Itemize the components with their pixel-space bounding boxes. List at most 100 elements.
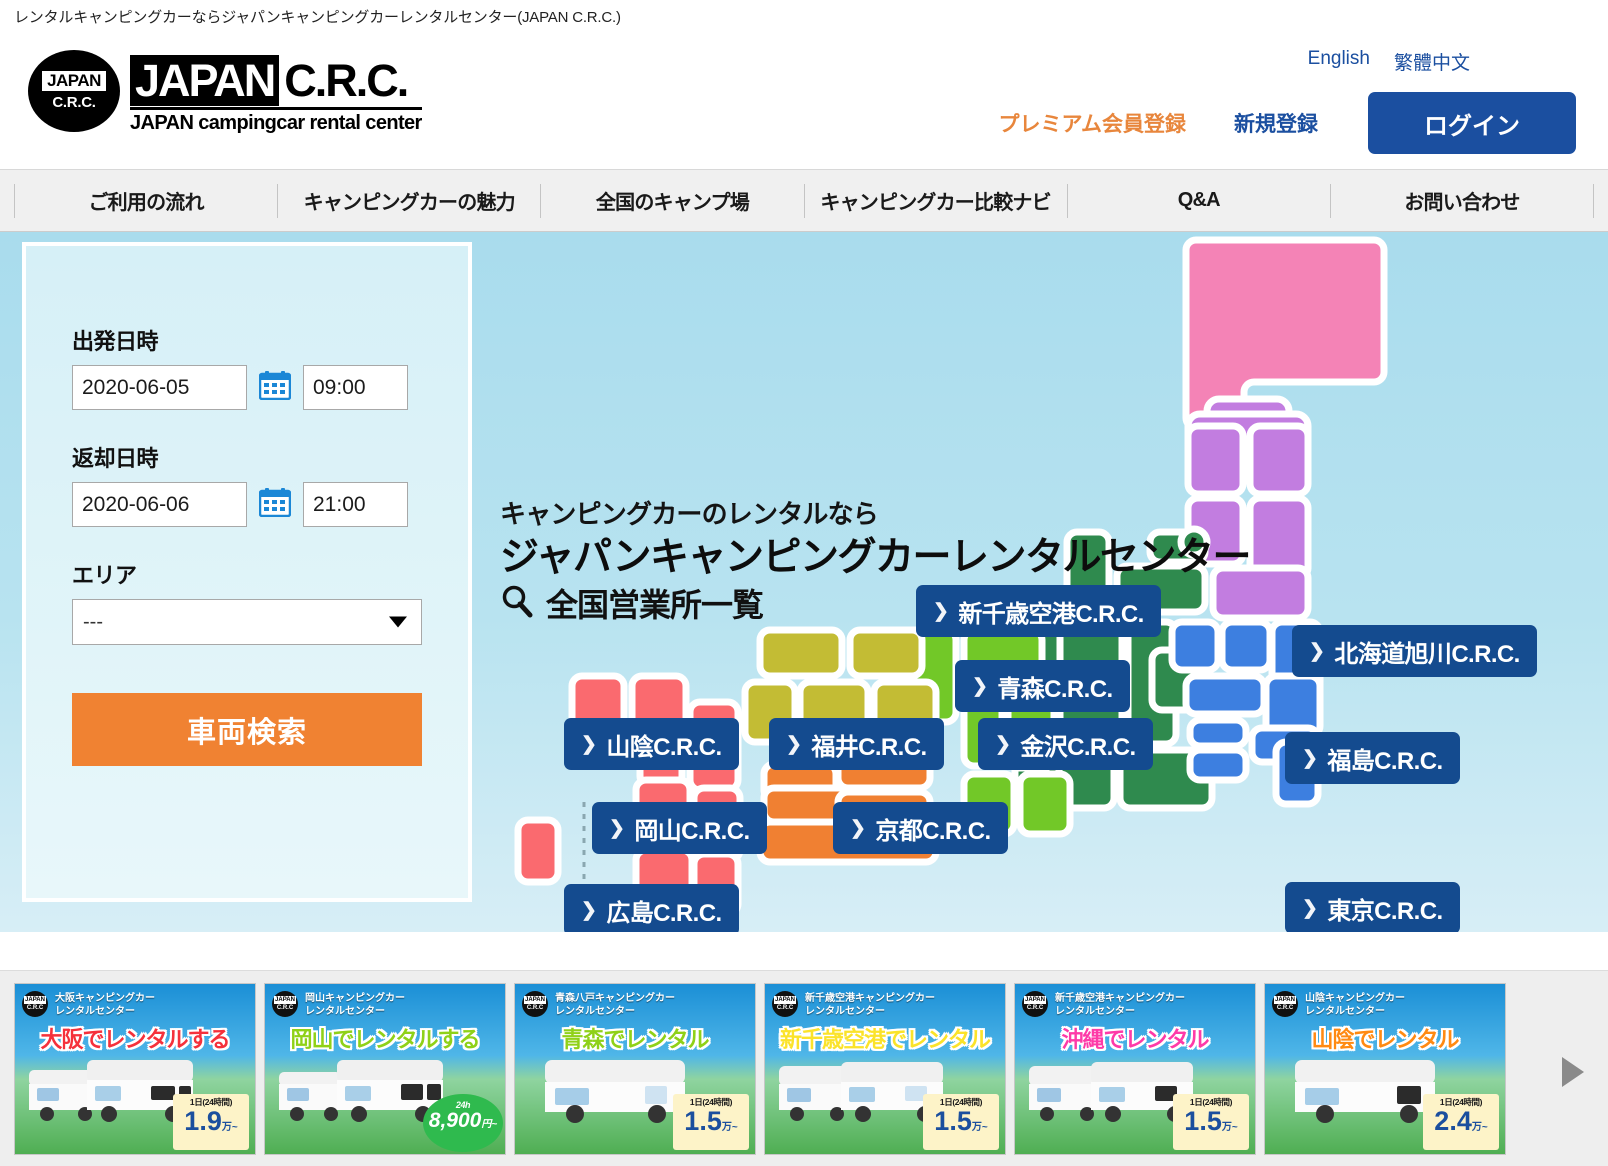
office-label: 福島C.R.C. [1327, 741, 1442, 776]
promo-office-name: 大阪キャンピングカー レンタルセンター [55, 992, 155, 1018]
chevron-right-icon: ❯ [786, 733, 801, 756]
promo-headline: 大阪でレンタルする [15, 1022, 255, 1054]
promo-office-line1: 新千歳空港キャンピングカー [805, 992, 935, 1005]
return-time-input[interactable] [303, 482, 408, 527]
promo-office-line2: レンタルセンター [805, 1005, 935, 1018]
office-button-sanin[interactable]: ❯ 山陰C.R.C. [564, 718, 739, 770]
premium-signup-link[interactable]: プレミアム会員登録 [998, 108, 1186, 138]
carousel-next-button[interactable] [1562, 1057, 1584, 1087]
office-label: 福井C.R.C. [811, 727, 926, 762]
promo-banner-okayama[interactable]: JAPANC.R.C 岡山キャンピングカー レンタルセンター 岡山でレンタルする… [264, 983, 506, 1155]
promo-office-line1: 岡山キャンピングカー [305, 992, 405, 1005]
logo-subtitle: JAPAN campingcar rental center [130, 107, 422, 135]
promo-office-name: 岡山キャンピングカー レンタルセンター [305, 992, 405, 1018]
office-label: 山陰C.R.C. [606, 727, 721, 762]
crc-badge-icon: JAPANC.R.C [1022, 991, 1048, 1017]
nav-item-compare[interactable]: キャンピングカー比較ナビ [805, 186, 1067, 215]
calendar-icon-return[interactable] [259, 487, 291, 522]
office-button-fukushima[interactable]: ❯ 福島C.R.C. [1285, 732, 1460, 784]
chevron-right-icon: ❯ [933, 600, 948, 623]
hero-title: ジャパンキャンピングカーレンタルセンター [500, 526, 1250, 582]
promo-headline: 青森でレンタル [515, 1022, 755, 1054]
promo-office-line2: レンタルセンター [55, 1005, 155, 1018]
return-date-input[interactable] [72, 482, 247, 527]
promo-office-line2: レンタルセンター [1305, 1005, 1405, 1018]
logo-main-rest: C.R.C. [284, 55, 407, 106]
depart-datetime-row [72, 365, 422, 410]
language-link-chinese[interactable]: 繁體中文 [1394, 48, 1470, 75]
office-button-shinchitose[interactable]: ❯新千歳空港C.R.C. [916, 585, 1161, 637]
promo-office-name: 新千歳空港キャンピングカー レンタルセンター [805, 992, 935, 1018]
promo-office-line2: レンタルセンター [555, 1005, 675, 1018]
promo-headline: 山陰でレンタル [1265, 1022, 1505, 1054]
language-switcher: English 繁體中文 [1308, 48, 1470, 75]
nav-item-appeal[interactable]: キャンピングカーの魅力 [278, 186, 540, 215]
nav-item-flow[interactable]: ご利用の流れ [15, 186, 277, 215]
promo-price-badge: 1日(24時間) 2.4万~ [1423, 1094, 1499, 1150]
chevron-right-icon: ❯ [1302, 747, 1317, 770]
promo-office-line1: 青森八戸キャンピングカー [555, 992, 675, 1005]
promo-banner-sanin[interactable]: JAPANC.R.C 山陰キャンピングカー レンタルセンター 山陰でレンタル 1… [1264, 983, 1506, 1155]
office-label: 北海道旭川C.R.C. [1334, 634, 1519, 669]
area-select[interactable]: --- [72, 599, 422, 645]
language-link-english[interactable]: English [1308, 48, 1370, 75]
calendar-icon-depart[interactable] [259, 370, 291, 405]
promo-office-line2: レンタルセンター [1055, 1005, 1185, 1018]
browser-page-title: レンタルキャンピングカーならジャパンキャンピングカーレンタルセンター(JAPAN… [0, 0, 1608, 30]
office-label: 広島C.R.C. [606, 893, 721, 928]
promo-banner-osaka[interactable]: JAPANC.R.C 大阪キャンピングカー レンタルセンター 大阪でレンタルする… [14, 983, 256, 1155]
promo-headline: 沖縄でレンタル [1015, 1022, 1255, 1054]
promo-price-badge: 24h 8,900円~ [423, 1094, 503, 1152]
promo-banner-shinchitose[interactable]: JAPANC.R.C 新千歳空港キャンピングカー レンタルセンター 新千歳空港で… [764, 983, 1006, 1155]
office-button-kyoto[interactable]: ❯京都C.R.C. [833, 802, 1008, 854]
office-label: 岡山C.R.C. [634, 811, 749, 846]
logo-main-boxed: JAPAN [130, 55, 279, 106]
nav-item-campsites[interactable]: 全国のキャンプ場 [541, 186, 803, 215]
nav-item-qa[interactable]: Q&A [1068, 189, 1330, 212]
chevron-right-icon: ❯ [1302, 897, 1317, 920]
office-label: 青森C.R.C. [997, 669, 1112, 704]
login-button[interactable]: ログイン [1368, 92, 1576, 154]
office-label: 金沢C.R.C. [1020, 727, 1135, 762]
main-navigation: ご利用の流れ キャンピングカーの魅力 全国のキャンプ場 キャンピングカー比較ナビ… [0, 170, 1608, 232]
nav-item-contact[interactable]: お問い合わせ [1331, 186, 1593, 215]
promo-price-value: 1.5万~ [923, 1108, 999, 1141]
promo-price-value: 2.4万~ [1423, 1108, 1499, 1141]
promo-price-value: 8,900円~ [423, 1110, 503, 1135]
vehicle-search-button[interactable]: 車両検索 [72, 693, 422, 766]
magnifier-icon [500, 584, 534, 623]
vehicle-search-panel: 出発日時 返却日時 [22, 242, 472, 902]
new-registration-link[interactable]: 新規登録 [1234, 108, 1318, 138]
nav-divider [1593, 184, 1594, 218]
area-label: エリア [72, 558, 422, 590]
promo-price-value: 1.9万~ [173, 1108, 249, 1141]
promo-office-line2: レンタルセンター [305, 1005, 405, 1018]
chevron-right-icon: ❯ [995, 733, 1010, 756]
promo-banner-okinawa[interactable]: JAPANC.R.C 新千歳空港キャンピングカー レンタルセンター 沖縄でレンタ… [1014, 983, 1256, 1155]
office-button-kanazawa[interactable]: ❯ 金沢C.R.C. [978, 718, 1153, 770]
chevron-right-icon: ❯ [581, 733, 596, 756]
crc-badge-icon: JAPANC.R.C [272, 991, 298, 1017]
chevron-right-icon: ❯ [850, 817, 865, 840]
site-logo[interactable]: JAPAN C.R.C. JAPANC.R.C. JAPAN campingca… [28, 50, 422, 135]
promo-price-badge: 1日(24時間) 1.9万~ [173, 1094, 249, 1150]
header-actions: プレミアム会員登録 新規登録 ログイン [998, 92, 1576, 154]
promo-office-name: 山陰キャンピングカー レンタルセンター [1305, 992, 1405, 1018]
depart-datetime-label: 出発日時 [72, 324, 422, 356]
crc-badge-icon: JAPANC.R.C [22, 991, 48, 1017]
logo-wordmark: JAPANC.R.C. JAPAN campingcar rental cent… [130, 50, 422, 135]
office-button-hokkaido-asahikawa[interactable]: ❯北海道旭川C.R.C. [1292, 625, 1537, 677]
chevron-right-icon: ❯ [972, 675, 987, 698]
office-button-fukui[interactable]: ❯ 福井C.R.C. [769, 718, 944, 770]
depart-time-input[interactable] [303, 365, 408, 410]
promo-office-line1: 大阪キャンピングカー [55, 992, 155, 1005]
office-button-tokyo[interactable]: ❯東京C.R.C. [1285, 882, 1460, 932]
hero-section: 出発日時 返却日時 [0, 232, 1608, 932]
promo-office-line1: 新千歳空港キャンピングカー [1055, 992, 1185, 1005]
depart-date-input[interactable] [72, 365, 247, 410]
office-button-hiroshima[interactable]: ❯広島C.R.C. [564, 884, 739, 932]
promo-headline: 岡山でレンタルする [265, 1022, 505, 1054]
office-button-okayama[interactable]: ❯岡山C.R.C. [592, 802, 767, 854]
promo-banner-aomori[interactable]: JAPANC.R.C 青森八戸キャンピングカー レンタルセンター 青森でレンタル… [514, 983, 756, 1155]
office-button-aomori[interactable]: ❯ 青森C.R.C. [955, 660, 1130, 712]
